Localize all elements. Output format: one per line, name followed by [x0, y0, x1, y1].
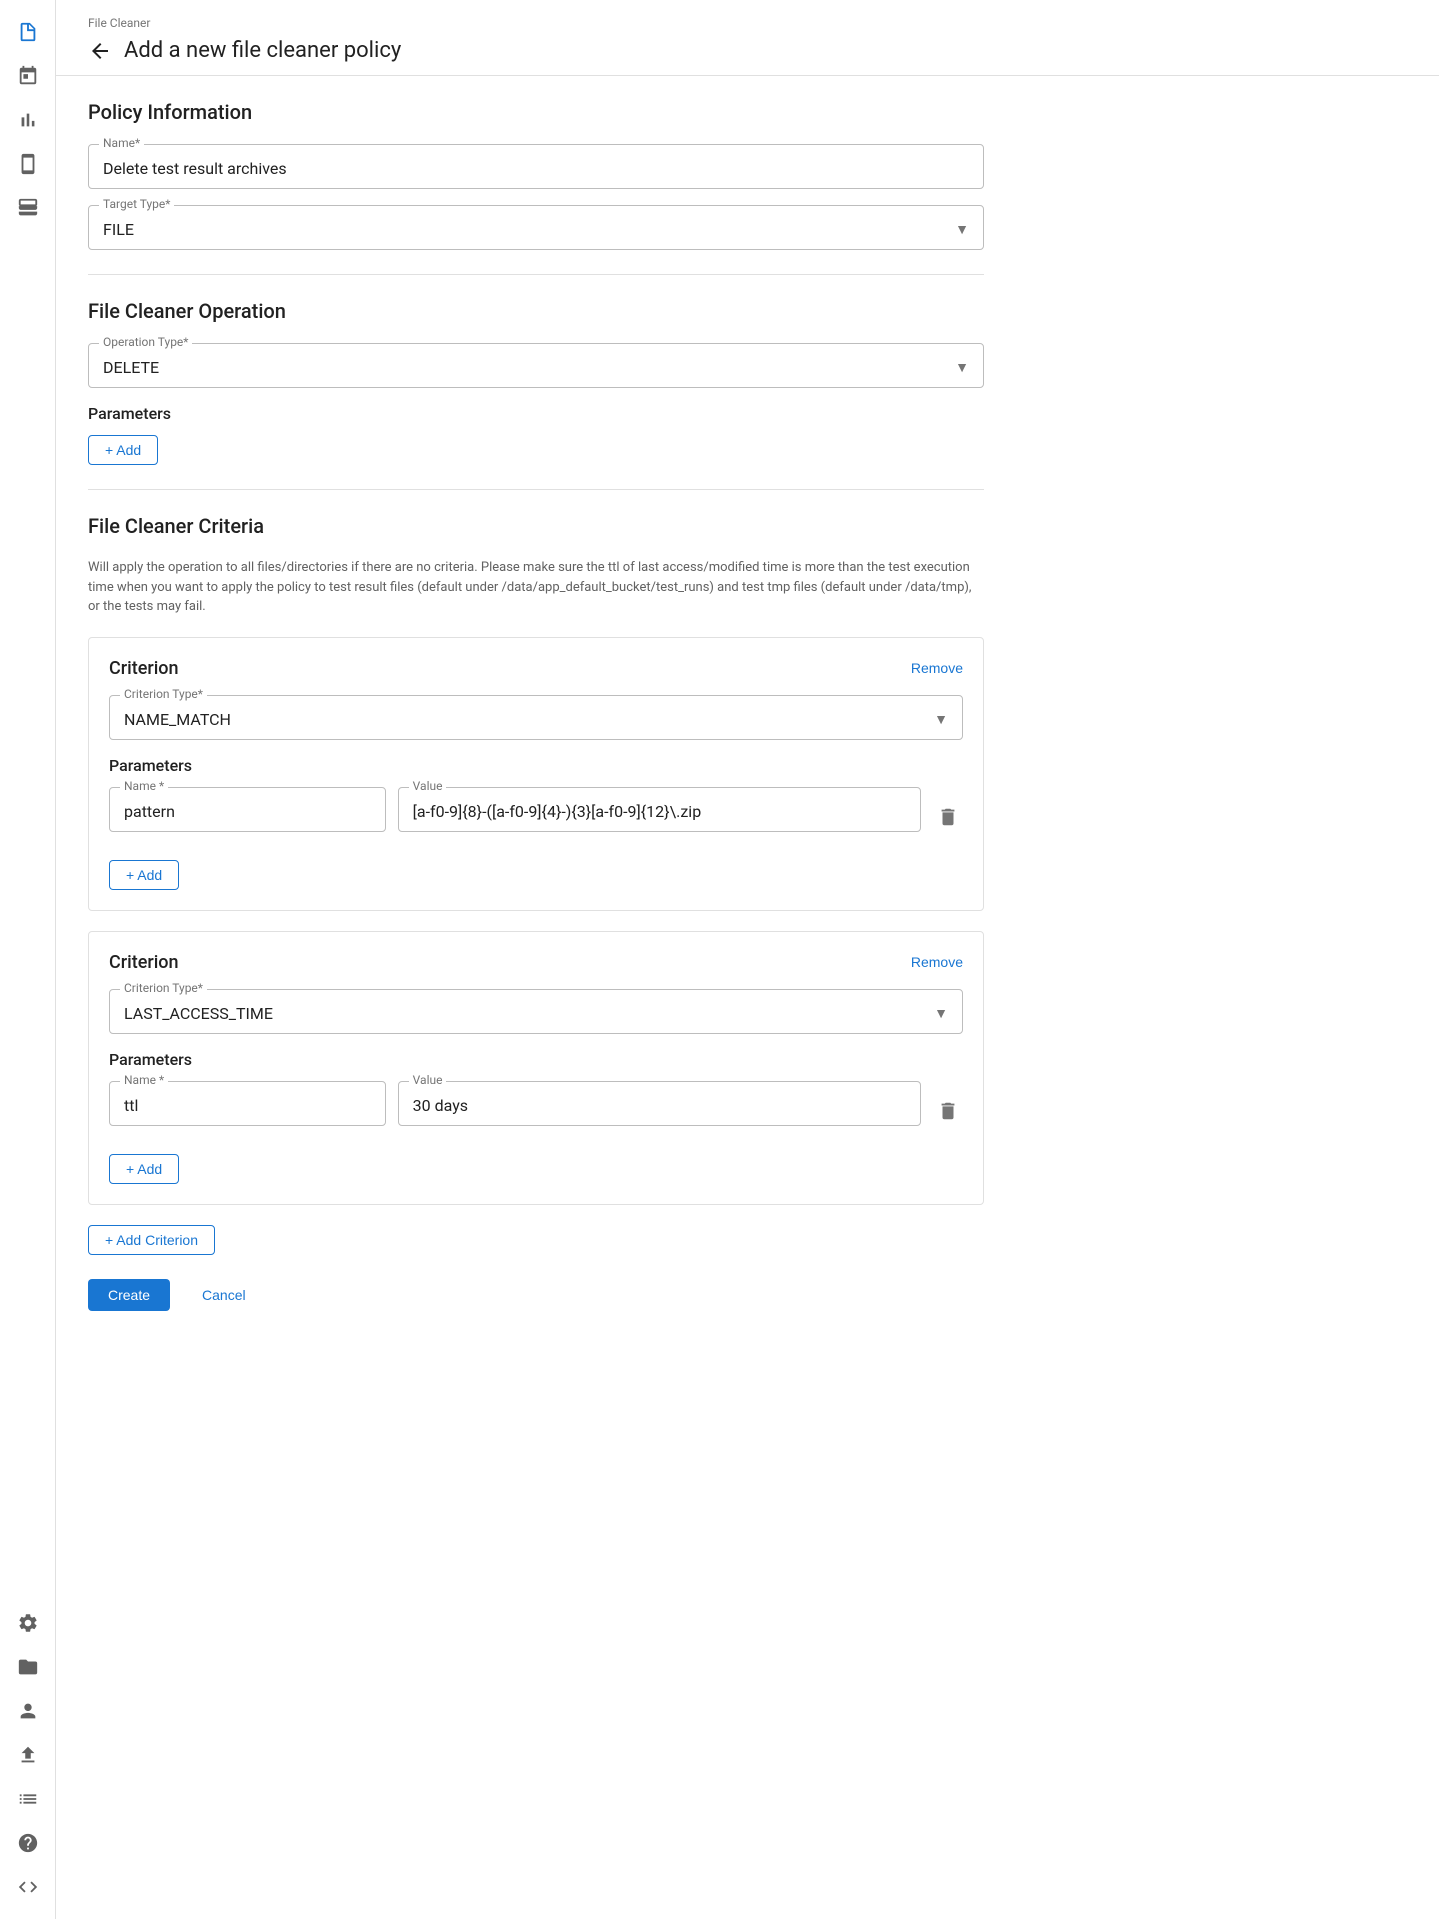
criterion-2-header: Criterion Remove: [109, 952, 963, 973]
criterion-1-param-row-1: Name * pattern Value [a-f0-9]{8}-([a-f0-…: [109, 787, 963, 848]
policy-info-title: Policy Information: [88, 100, 984, 124]
criterion-2-type-value: LAST_ACCESS_TIME: [124, 1004, 273, 1023]
main-content: File Cleaner Add a new file cleaner poli…: [56, 0, 1439, 1919]
name-label: Name*: [99, 136, 144, 150]
criterion-1-params-title: Parameters: [109, 756, 963, 775]
criterion-2-remove-button[interactable]: Remove: [911, 954, 963, 970]
criterion-1-type-value: NAME_MATCH: [124, 710, 231, 729]
divider-1: [88, 274, 984, 275]
criterion-2-param-name-value: ttl: [124, 1090, 371, 1117]
target-type-field[interactable]: Target Type* FILE ▼: [88, 205, 984, 250]
sidebar-icon-calendar[interactable]: [8, 56, 48, 96]
name-value: Delete test result archives: [103, 153, 969, 180]
sidebar-icon-help[interactable]: [8, 1823, 48, 1863]
criterion-2-param-value-label: Value: [409, 1073, 447, 1087]
page-title-row: Add a new file cleaner policy: [88, 38, 1407, 63]
criterion-1-param-name-value: pattern: [124, 796, 371, 823]
sidebar-icon-list[interactable]: [8, 1779, 48, 1819]
name-field[interactable]: Name* Delete test result archives: [88, 144, 984, 189]
criterion-1-param-value-value: [a-f0-9]{8}-([a-f0-9]{4}-){3}[a-f0-9]{12…: [413, 796, 906, 823]
page-header: File Cleaner Add a new file cleaner poli…: [56, 0, 1439, 76]
operation-add-param-button[interactable]: + Add: [88, 435, 158, 465]
sidebar: [0, 0, 56, 1919]
criterion-2-param-value-value: 30 days: [413, 1090, 906, 1117]
criterion-2-param-name-label: Name *: [120, 1073, 168, 1087]
sidebar-icon-document[interactable]: [8, 12, 48, 52]
criterion-2-param-value-field[interactable]: Value 30 days: [398, 1081, 921, 1126]
criterion-card-2: Criterion Remove Criterion Type* LAST_AC…: [88, 931, 984, 1205]
operation-type-value: DELETE: [103, 358, 159, 377]
criterion-2-params-title: Parameters: [109, 1050, 963, 1069]
operation-type-label: Operation Type*: [99, 335, 192, 349]
criterion-1-type-select: NAME_MATCH ▼: [124, 704, 948, 731]
sidebar-icon-code[interactable]: [8, 1867, 48, 1907]
criterion-2-type-field[interactable]: Criterion Type* LAST_ACCESS_TIME ▼: [109, 989, 963, 1034]
target-type-select: FILE ▼: [103, 214, 969, 241]
cancel-button[interactable]: Cancel: [186, 1279, 262, 1311]
criterion-1-header: Criterion Remove: [109, 658, 963, 679]
content-area: Policy Information Name* Delete test res…: [56, 76, 1016, 1335]
target-type-label: Target Type*: [99, 197, 174, 211]
operation-params-title: Parameters: [88, 404, 984, 423]
form-actions: Create Cancel: [88, 1279, 984, 1311]
operation-title: File Cleaner Operation: [88, 299, 984, 323]
sidebar-icon-mobile[interactable]: [8, 144, 48, 184]
criterion-1-param-value-label: Value: [409, 779, 447, 793]
chevron-down-icon-3: ▼: [934, 711, 948, 728]
criteria-info: Will apply the operation to all files/di…: [88, 558, 984, 617]
criterion-1-type-label: Criterion Type*: [120, 687, 207, 701]
criterion-1-param-delete-button[interactable]: [933, 802, 963, 832]
criterion-1-title: Criterion: [109, 658, 179, 679]
criterion-2-type-select: LAST_ACCESS_TIME ▼: [124, 998, 948, 1025]
divider-2: [88, 489, 984, 490]
add-criterion-button[interactable]: + Add Criterion: [88, 1225, 215, 1255]
criterion-2-param-row-1: Name * ttl Value 30 days: [109, 1081, 963, 1142]
breadcrumb: File Cleaner: [88, 16, 1407, 30]
criterion-2-title: Criterion: [109, 952, 179, 973]
create-button[interactable]: Create: [88, 1279, 170, 1311]
target-type-value: FILE: [103, 220, 134, 239]
criterion-2-type-label: Criterion Type*: [120, 981, 207, 995]
criterion-1-add-param-button[interactable]: + Add: [109, 860, 179, 890]
criterion-1-param-value-field[interactable]: Value [a-f0-9]{8}-([a-f0-9]{4}-){3}[a-f0…: [398, 787, 921, 832]
criterion-2-param-delete-button[interactable]: [933, 1096, 963, 1126]
chevron-down-icon: ▼: [955, 221, 969, 238]
criterion-2-param-name-field[interactable]: Name * ttl: [109, 1081, 386, 1126]
back-button[interactable]: [88, 39, 112, 63]
criteria-title: File Cleaner Criteria: [88, 514, 984, 538]
chevron-down-icon-2: ▼: [955, 359, 969, 376]
sidebar-icon-folder[interactable]: [8, 1647, 48, 1687]
sidebar-icon-upload[interactable]: [8, 1735, 48, 1775]
criterion-1-param-name-label: Name *: [120, 779, 168, 793]
sidebar-icon-person[interactable]: [8, 1691, 48, 1731]
sidebar-icon-chart[interactable]: [8, 100, 48, 140]
criterion-1-remove-button[interactable]: Remove: [911, 660, 963, 676]
criterion-1-param-name-field[interactable]: Name * pattern: [109, 787, 386, 832]
criterion-1-type-field[interactable]: Criterion Type* NAME_MATCH ▼: [109, 695, 963, 740]
page-title: Add a new file cleaner policy: [124, 38, 401, 63]
sidebar-icon-server[interactable]: [8, 188, 48, 228]
criterion-card-1: Criterion Remove Criterion Type* NAME_MA…: [88, 637, 984, 911]
operation-type-select: DELETE ▼: [103, 352, 969, 379]
operation-type-field[interactable]: Operation Type* DELETE ▼: [88, 343, 984, 388]
criterion-2-add-param-button[interactable]: + Add: [109, 1154, 179, 1184]
chevron-down-icon-4: ▼: [934, 1005, 948, 1022]
sidebar-icon-settings[interactable]: [8, 1603, 48, 1643]
